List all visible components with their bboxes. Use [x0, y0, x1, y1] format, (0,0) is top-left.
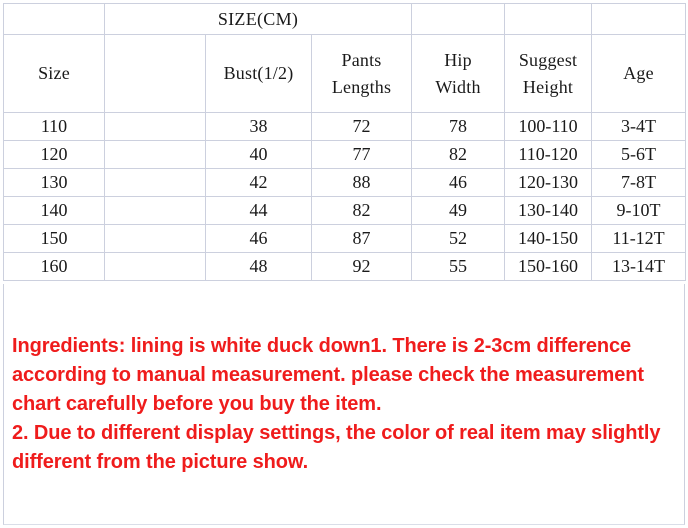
cell-pants: 72	[310, 112, 413, 141]
column-header-bust: Bust(1/2)	[205, 34, 312, 113]
cell-blank	[104, 196, 206, 225]
cell-hip: 55	[411, 252, 506, 281]
cell-bust: 42	[205, 168, 312, 197]
column-header-height-line1: Suggest	[518, 50, 578, 71]
cell-height: 100-110	[504, 112, 593, 141]
column-header-hip-line2: Width	[435, 76, 481, 97]
cell-height: 150-160	[504, 252, 593, 281]
table-row: 160 48 92 55 150-160 13-14T	[3, 252, 687, 281]
cell-size: 150	[3, 224, 105, 253]
title-spacer-cell-1	[3, 3, 105, 35]
cell-pants: 88	[310, 168, 413, 197]
cell-pants: 77	[310, 140, 413, 169]
cell-bust: 48	[205, 252, 312, 281]
table-row: 150 46 87 52 140-150 11-12T	[3, 224, 687, 253]
cell-hip: 46	[411, 168, 506, 197]
notice-block: Ingredients: lining is white duck down1.…	[3, 284, 685, 525]
cell-age: 7-8T	[591, 168, 687, 197]
cell-height: 120-130	[504, 168, 593, 197]
notice-text: Ingredients: lining is white duck down1.…	[12, 332, 678, 477]
cell-height: 110-120	[504, 140, 593, 169]
cell-age: 3-4T	[591, 112, 687, 141]
column-header-pants-lengths: Pants Lengths	[310, 34, 413, 113]
column-header-height-line2: Height	[522, 76, 574, 97]
cell-bust: 46	[205, 224, 312, 253]
title-spacer-cell-3	[504, 3, 593, 35]
cell-bust: 40	[205, 140, 312, 169]
column-header-blank	[104, 34, 206, 113]
cell-size: 130	[3, 168, 105, 197]
cell-blank	[104, 140, 206, 169]
cell-bust: 44	[205, 196, 312, 225]
cell-pants: 82	[310, 196, 413, 225]
table-header-row: Size Bust(1/2) Pants Lengths Hip Width S…	[3, 34, 687, 113]
column-header-suggest-height: Suggest Height	[504, 34, 593, 113]
cell-height: 140-150	[504, 224, 593, 253]
cell-bust: 38	[205, 112, 312, 141]
cell-size: 120	[3, 140, 105, 169]
column-header-size: Size	[3, 34, 105, 113]
table-row: 140 44 82 49 130-140 9-10T	[3, 196, 687, 225]
cell-hip: 52	[411, 224, 506, 253]
cell-blank	[104, 252, 206, 281]
cell-age: 13-14T	[591, 252, 687, 281]
cell-size: 110	[3, 112, 105, 141]
column-header-hip-width: Hip Width	[411, 34, 506, 113]
cell-age: 9-10T	[591, 196, 687, 225]
cell-pants: 92	[310, 252, 413, 281]
column-header-age: Age	[591, 34, 687, 113]
column-header-pants-line1: Pants	[341, 50, 382, 71]
cell-blank	[104, 168, 206, 197]
column-header-hip-line1: Hip	[444, 50, 472, 71]
cell-size: 140	[3, 196, 105, 225]
notice-paragraph-2: 2. Due to different display settings, th…	[12, 422, 661, 473]
cell-age: 11-12T	[591, 224, 687, 253]
table-row: 110 38 72 78 100-110 3-4T	[3, 112, 687, 141]
cell-size: 160	[3, 252, 105, 281]
cell-height: 130-140	[504, 196, 593, 225]
cell-blank	[104, 112, 206, 141]
cell-age: 5-6T	[591, 140, 687, 169]
column-header-pants-line2: Lengths	[331, 76, 392, 97]
table-row: 130 42 88 46 120-130 7-8T	[3, 168, 687, 197]
size-chart-table: SIZE(CM) Size Bust(1/2) Pants Lengths Hi…	[3, 3, 687, 281]
cell-hip: 49	[411, 196, 506, 225]
cell-hip: 78	[411, 112, 506, 141]
table-row: 120 40 77 82 110-120 5-6T	[3, 140, 687, 169]
cell-hip: 82	[411, 140, 506, 169]
cell-pants: 87	[310, 224, 413, 253]
title-spacer-cell-2	[411, 3, 506, 35]
title-spacer-cell-4	[591, 3, 687, 35]
table-title-row: SIZE(CM)	[3, 3, 687, 35]
size-chart-page: SIZE(CM) Size Bust(1/2) Pants Lengths Hi…	[0, 0, 688, 528]
chart-title: SIZE(CM)	[103, 3, 413, 35]
cell-blank	[104, 224, 206, 253]
notice-paragraph-1: Ingredients: lining is white duck down1.…	[12, 335, 644, 415]
